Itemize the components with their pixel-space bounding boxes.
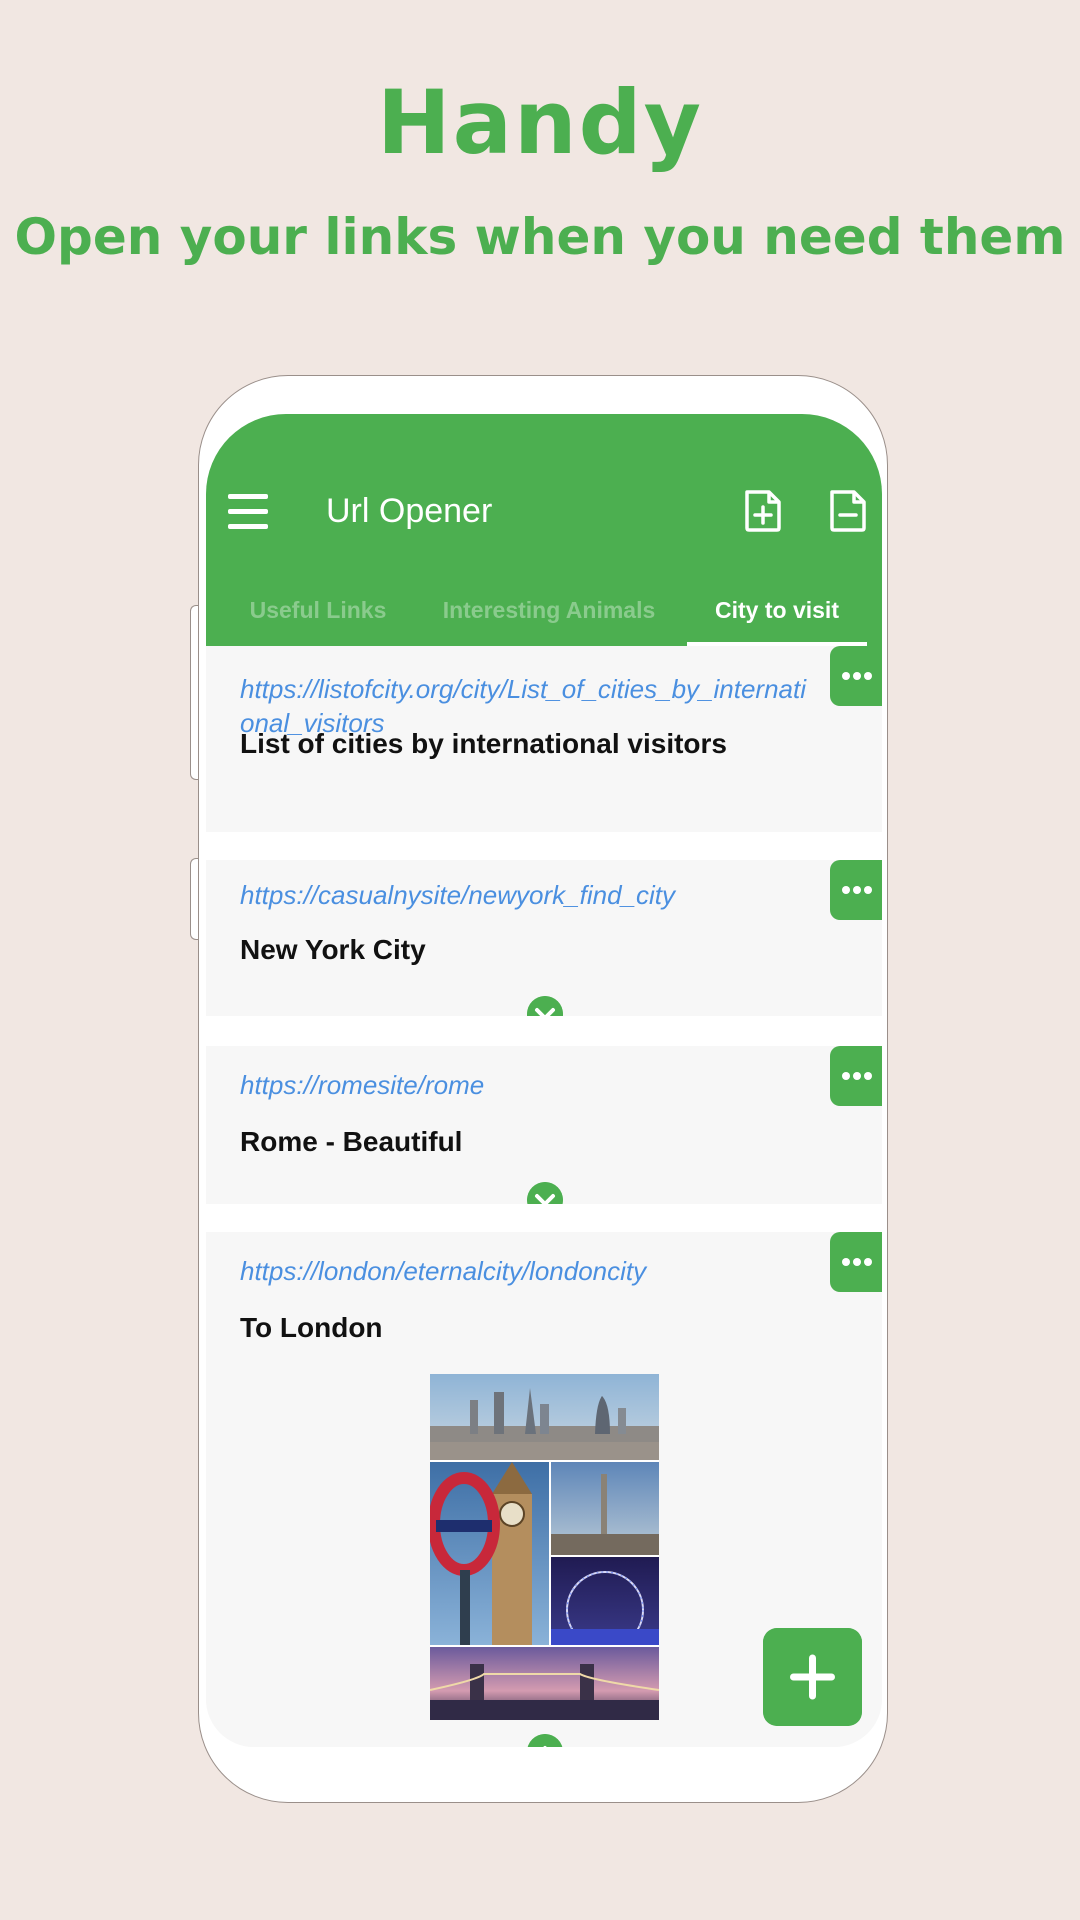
tab-city-to-visit[interactable]: City to visit [687,574,867,646]
tab-interesting-animals[interactable]: Interesting Animals [428,574,670,646]
link-card[interactable]: https://casualnysite/newyork_find_city N… [206,860,882,1032]
card-title: New York City [240,934,426,965]
promo-subtitle: Open your links when you need them [14,208,1066,266]
link-card[interactable]: https://listofcity.org/city/List_of_citi… [206,646,882,832]
menu-icon[interactable] [228,494,268,530]
card-divider [206,832,882,860]
card-url[interactable]: https://london/eternalcity/londoncity [240,1254,820,1288]
remove-file-icon[interactable] [826,488,870,534]
promo-title: Handy [376,71,704,174]
phone-side-button [190,858,198,940]
tab-bar: Useful Links Interesting Animals City to… [206,574,882,646]
london-photo-collage [430,1374,659,1720]
add-link-button[interactable] [763,1628,862,1726]
more-options-button[interactable] [830,1046,882,1106]
card-title: List of cities by international visitors [240,728,727,759]
tab-useful-links[interactable]: Useful Links [228,574,408,646]
app-title: Url Opener [326,492,493,530]
more-options-button[interactable] [830,646,882,706]
add-file-icon[interactable] [741,488,785,534]
card-title: Rome - Beautiful [240,1126,463,1157]
more-horizontal-icon [842,886,872,894]
phone-side-button [190,605,198,780]
more-horizontal-icon [842,1258,872,1266]
card-url[interactable]: https://romesite/rome [240,1068,820,1102]
more-horizontal-icon [842,672,872,680]
link-card[interactable]: https://romesite/rome Rome - Beautiful [206,1046,882,1218]
card-divider [206,1204,882,1232]
more-options-button[interactable] [830,1232,882,1292]
card-url[interactable]: https://casualnysite/newyork_find_city [240,878,820,912]
card-divider [206,1016,882,1046]
more-horizontal-icon [842,1072,872,1080]
app-bar: Url Opener Useful Links Interesting Anim… [206,414,882,646]
more-options-button[interactable] [830,860,882,920]
app-screen: Url Opener Useful Links Interesting Anim… [206,414,882,1747]
card-title: To London [240,1312,383,1343]
